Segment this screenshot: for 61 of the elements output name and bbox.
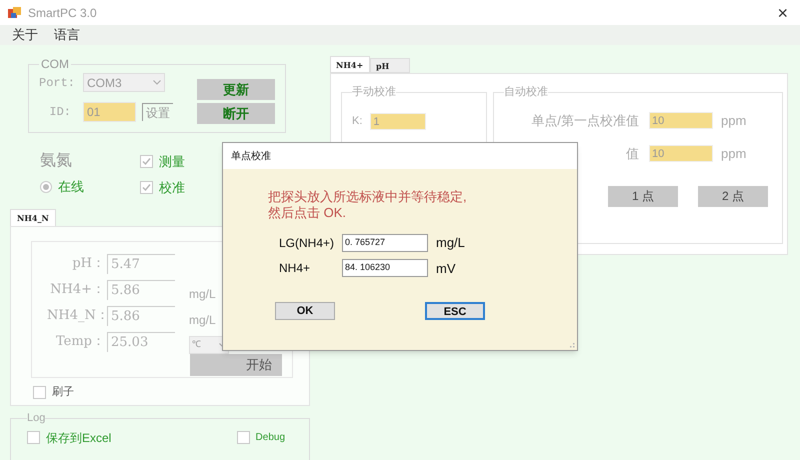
field-label: K: [352, 114, 362, 129]
menu-item[interactable]: 语言 [54, 25, 80, 45]
unit-label: ppm [721, 112, 746, 130]
group-title: COM [40, 56, 70, 73]
resize-grip-icon [567, 340, 575, 348]
tab[interactable]: NH4_N [10, 209, 56, 226]
checkbox[interactable] [33, 386, 46, 399]
dialog-button[interactable]: OK [275, 302, 335, 320]
tab[interactable]: pH [370, 58, 410, 73]
dialog-button[interactable]: ESC [425, 302, 485, 320]
field-label: ID: [48, 104, 72, 121]
reading-field: 5.86 [107, 306, 175, 326]
checkbox-label: 测量 [159, 153, 185, 171]
group-title: Log [27, 411, 46, 426]
button[interactable]: 更新 [197, 79, 275, 100]
checkbox-label: 保存到Excel [46, 430, 112, 446]
value-field[interactable]: 84. 106230 [342, 259, 428, 278]
checkbox-label: 校准 [159, 178, 185, 196]
section-title: 氨氮 [40, 151, 73, 171]
unit-label: mV [436, 260, 456, 278]
checkbox-label: 刷子 [52, 385, 74, 400]
radio-label: 在线 [58, 178, 84, 196]
dialog-message: 把探头放入所选标液中并等待稳定, 然后点击 OK. [268, 189, 468, 221]
reading-label: NH4+： [49, 281, 106, 300]
menu-item[interactable]: 关于 [12, 25, 38, 45]
reading-field: 5.47 [107, 254, 175, 274]
unit-label: mg/L [189, 312, 216, 329]
field-label: Port: [39, 74, 76, 92]
field-label: 单点/第一点校准值 [530, 112, 640, 130]
radio-button[interactable] [40, 180, 52, 193]
button[interactable]: 开始 [190, 354, 282, 376]
button[interactable]: 1 点 [608, 186, 678, 206]
checkbox[interactable] [236, 431, 250, 444]
reading-label: Temp： [54, 333, 106, 352]
close-button[interactable]: × [773, 4, 792, 22]
field-label: NH4+ [279, 260, 312, 278]
field-label: LG(NH4+) [279, 234, 336, 252]
field-label: 值 [625, 145, 640, 163]
reading-field: 25.03 [107, 332, 175, 352]
checkbox[interactable] [140, 155, 153, 168]
reading-field: 5.86 [107, 280, 175, 300]
unit-label: mg/L [436, 234, 465, 252]
button[interactable]: 2 点 [698, 186, 768, 206]
checkbox-label: Debug [256, 431, 285, 445]
check-icon [142, 157, 151, 166]
chevron-down-icon [153, 80, 161, 85]
reading-label: pH： [71, 255, 106, 274]
group-title: 自动校准 [504, 85, 548, 100]
button[interactable]: 断开 [197, 103, 275, 124]
checkbox[interactable] [140, 180, 153, 194]
check-icon [142, 182, 151, 192]
value-field[interactable]: 0. 765727 [342, 234, 428, 252]
tab[interactable]: NH4+ [330, 56, 370, 73]
unit-label: ppm [721, 145, 746, 163]
dialog-title: 单点校准 [231, 150, 271, 164]
checkbox[interactable] [27, 431, 40, 444]
app-icon [8, 6, 22, 20]
reading-label: NH4_N： [47, 307, 107, 326]
group-title: 手动校准 [352, 85, 396, 100]
unit-label: mg/L [189, 286, 216, 303]
window-title: SmartPC 3.0 [28, 4, 97, 22]
